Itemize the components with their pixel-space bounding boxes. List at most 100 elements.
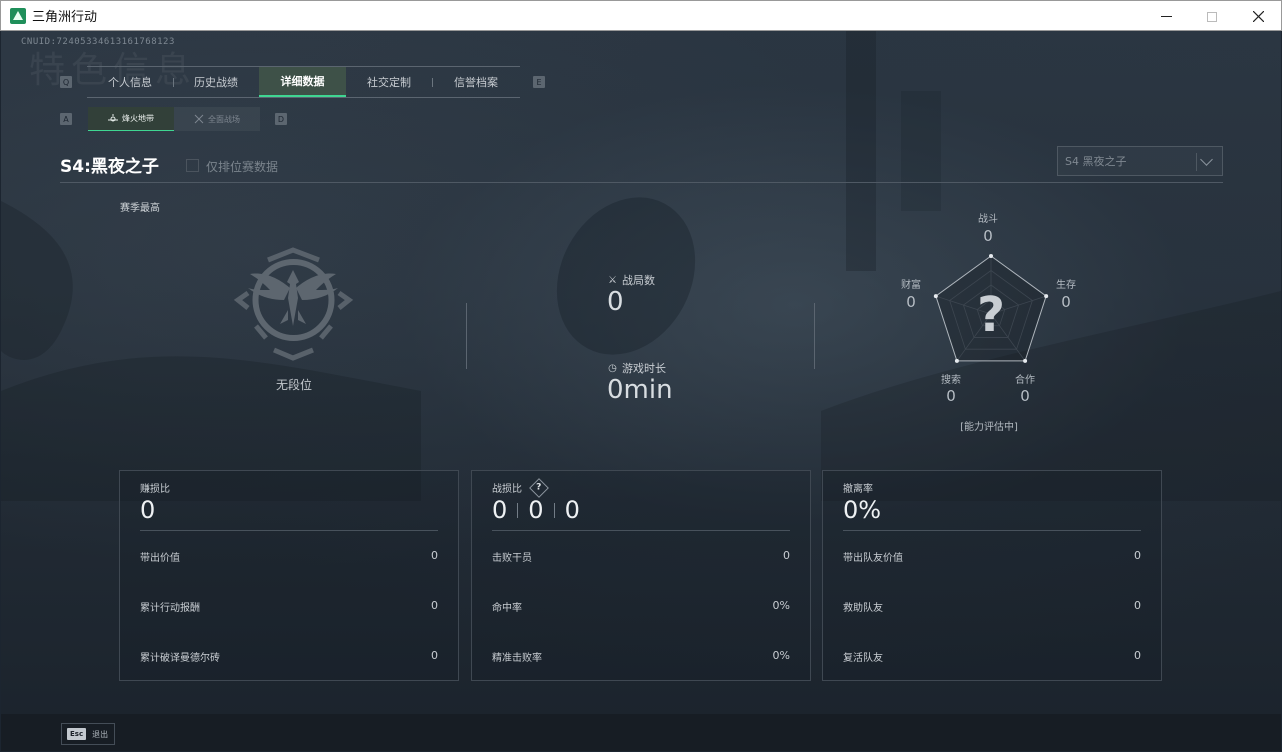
kd-ratio-values: 0 0 0 [492, 496, 580, 524]
stat-label: 复活队友 [843, 653, 883, 664]
kd-ratio-label-text: 战损比 [492, 484, 522, 495]
playtime-label-text: 游戏时长 [622, 362, 666, 375]
rank-name: 无段位 [275, 378, 312, 392]
stat-value: 0 [431, 649, 438, 662]
window-title: 三角洲行动 [32, 10, 98, 25]
section-divider [814, 303, 815, 369]
minimize-icon [1160, 16, 1172, 17]
season-dropdown[interactable]: S4 黑夜之子 [1057, 146, 1223, 176]
ranked-only-checkbox[interactable] [186, 159, 199, 172]
stat-label: 救助队友 [843, 603, 883, 614]
stat-value: 0 [431, 599, 438, 612]
season-best-label: 赛季最高 [120, 203, 160, 214]
stat-value: 0% [772, 599, 790, 612]
tab-match-history[interactable]: 历史战绩 [173, 67, 259, 97]
stat-row: 复活队友 0 [843, 649, 1141, 664]
battlefield-icon [194, 114, 204, 124]
game-screen: CNUID:7240533461316176812З 特色信息 Q 个人信息 历… [1, 31, 1281, 751]
window-titlebar: 三角洲行动 [0, 0, 1282, 31]
stopwatch-icon: ◷ [608, 362, 617, 374]
kd-separator [553, 502, 555, 518]
extract-rate-value: 0% [843, 496, 882, 524]
stat-row: 带出价值 0 [140, 549, 438, 564]
combat-card: 战损比 ? 0 0 0 击败干员 0 命中率 0% 精准击败率 0% [471, 470, 811, 681]
stat-value: 0 [783, 549, 790, 562]
playtime-value: 0min [607, 375, 673, 405]
stat-label: 累计破译曼德尔砖 [140, 653, 220, 664]
radar-value-combat: 0 [983, 227, 993, 245]
stat-row: 带出队友价值 0 [843, 549, 1141, 564]
section-divider [466, 303, 467, 369]
radar-value-cooperation: 0 [1020, 387, 1030, 405]
beacon-icon [108, 113, 118, 121]
matches-label: ⚔ 战局数 [607, 272, 655, 288]
radar-value-search: 0 [946, 387, 956, 405]
stat-value: 0% [772, 649, 790, 662]
chevron-down-icon [1196, 153, 1216, 171]
subtab-full-battlefield[interactable]: 全面战场 [174, 107, 260, 131]
radar-label-survival: 生存 [1056, 280, 1076, 291]
matches-value: 0 [607, 287, 624, 317]
season-title: S4:黑夜之子 [60, 157, 159, 177]
header-divider [60, 182, 1223, 183]
footer-bar: Esc 退出 [1, 714, 1281, 751]
subtab-beacon-zone[interactable]: 烽火地带 [88, 107, 174, 131]
ability-radar-chart: ? [933, 254, 1049, 363]
stat-value: 0 [1134, 599, 1141, 612]
stat-row: 命中率 0% [492, 599, 790, 614]
prev-subtab-key-hint: A [60, 113, 72, 125]
stat-value: 0 [1134, 649, 1141, 662]
stat-row: 累计行动报酬 0 [140, 599, 438, 614]
crossed-swords-icon: ⚔ [608, 274, 617, 286]
kd-value: 0 [492, 496, 508, 524]
tab-social-custom[interactable]: 社交定制 [346, 67, 432, 97]
prev-tab-key-hint: Q [60, 76, 72, 88]
subtab-full-battlefield-label: 全面战场 [208, 114, 240, 124]
app-logo-icon [10, 7, 26, 24]
kd-ratio-label: 战损比 ? [492, 477, 549, 498]
card-divider [140, 530, 438, 531]
stat-row: 救助队友 0 [843, 599, 1141, 614]
radar-status: [能力评估中] [960, 422, 1018, 433]
tab-personal-info[interactable]: 个人信息 [87, 67, 173, 97]
radar-vertex-dot [989, 254, 993, 258]
stat-label: 精准击败率 [492, 653, 542, 664]
profit-card: 赚损比 0 带出价值 0 累计行动报酬 0 累计破译曼德尔砖 0 [119, 470, 459, 681]
radar-value-survival: 0 [1061, 293, 1071, 311]
radar-label-search: 搜索 [941, 375, 961, 386]
window-controls [1143, 1, 1281, 32]
minimize-button[interactable] [1143, 1, 1189, 32]
stat-row: 累计破译曼德尔砖 0 [140, 649, 438, 664]
tab-detailed-data[interactable]: 详细数据 [259, 67, 346, 97]
stat-value: 0 [431, 549, 438, 562]
ranked-only-label[interactable]: 仅排位赛数据 [206, 158, 278, 175]
maximize-icon [1207, 11, 1217, 22]
close-button[interactable] [1235, 1, 1281, 32]
stat-row: 击败干员 0 [492, 549, 790, 564]
tab-credit-profile[interactable]: 信誉档案 [432, 67, 520, 97]
extract-card: 撤离率 0% 带出队友价值 0 救助队友 0 复活队友 0 [822, 470, 1162, 681]
stat-label: 带出价值 [140, 553, 180, 564]
maximize-button[interactable] [1189, 1, 1235, 32]
stat-label: 累计行动报酬 [140, 603, 200, 614]
help-icon[interactable]: ? [529, 477, 549, 498]
profit-ratio-label: 赚损比 [140, 484, 170, 495]
kd-value: 0 [564, 496, 580, 524]
exit-button[interactable]: Esc 退出 [61, 723, 115, 745]
radar-value-wealth: 0 [906, 293, 916, 311]
main-tab-bar: 个人信息 历史战绩 详细数据 社交定制 信誉档案 [87, 66, 520, 98]
playtime-label: ◷ 游戏时长 [607, 360, 666, 376]
radar-unknown-glyph: ? [977, 287, 1005, 343]
subtab-beacon-zone-label: 烽火地带 [122, 114, 154, 123]
next-subtab-key-hint: D [275, 113, 287, 125]
stat-value: 0 [1134, 549, 1141, 562]
stat-label: 带出队友价值 [843, 553, 903, 564]
radar-vertex-dot [1023, 358, 1028, 363]
profit-ratio-value: 0 [140, 496, 156, 524]
stat-row: 精准击败率 0% [492, 649, 790, 664]
radar-label-combat: 战斗 [978, 214, 998, 225]
card-divider [492, 530, 790, 531]
card-divider [843, 530, 1141, 531]
stat-label: 命中率 [492, 603, 522, 614]
close-icon [1252, 11, 1264, 22]
